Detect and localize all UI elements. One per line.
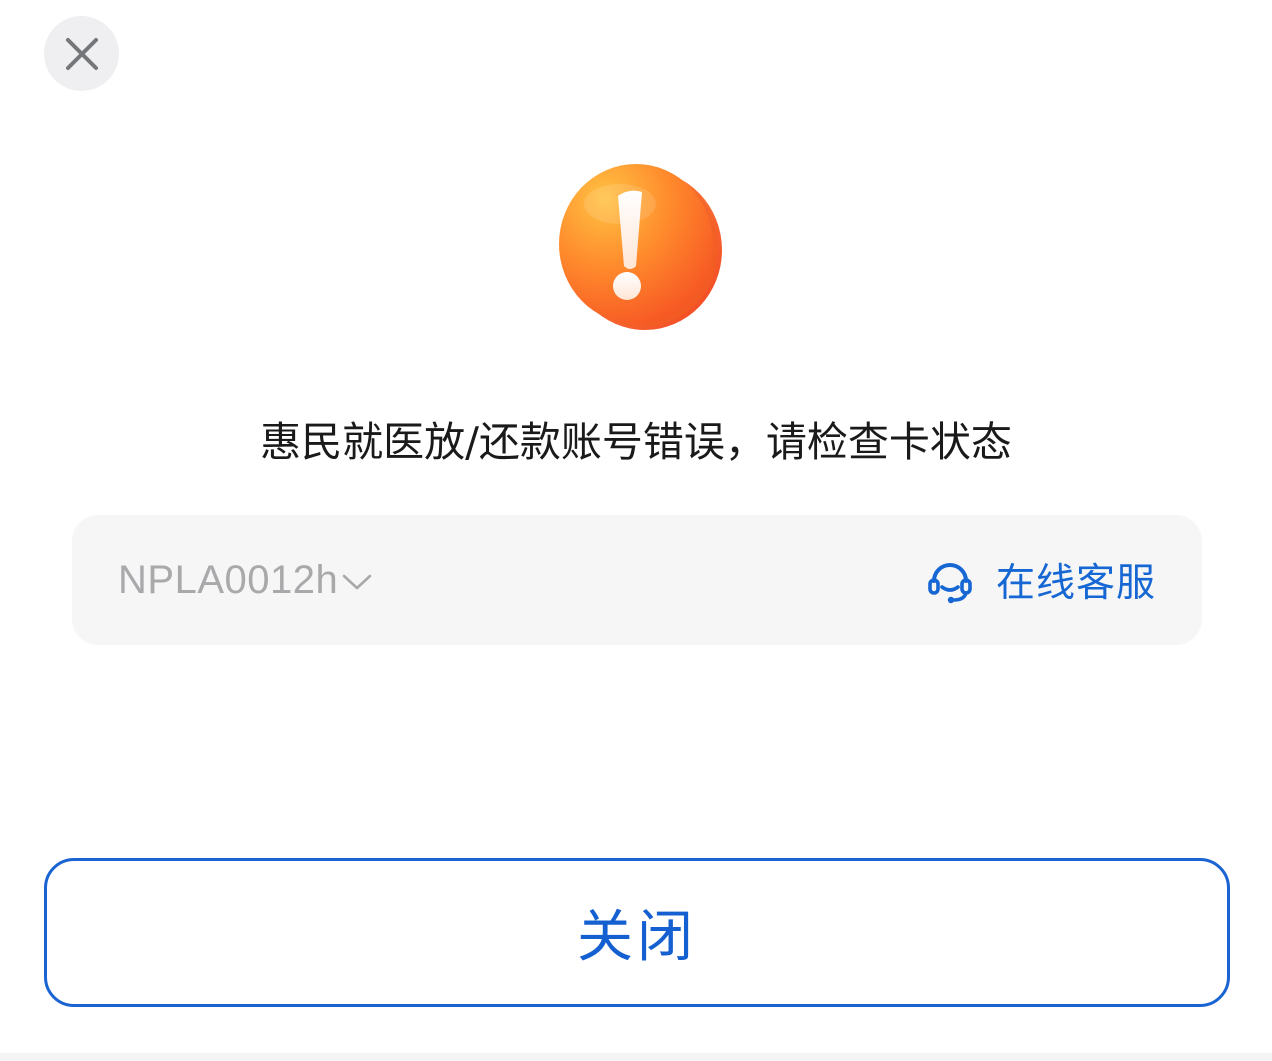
account-selector[interactable]: NPLA0012h — [118, 515, 372, 645]
error-message: 惠民就医放/还款账号错误，请检查卡状态 — [260, 418, 1012, 466]
bottom-divider — [0, 1053, 1272, 1061]
close-button-label: 关闭 — [577, 905, 697, 970]
dialog-close-button[interactable] — [44, 16, 119, 91]
exclamation-icon — [559, 164, 722, 330]
account-card: NPLA0012h 在线客服 — [72, 515, 1202, 645]
account-number: NPLA0012h — [118, 557, 339, 602]
chevron-down-icon — [342, 574, 372, 590]
close-icon — [65, 37, 98, 70]
online-support-link[interactable]: 在线客服 — [926, 515, 1156, 645]
online-support-label: 在线客服 — [995, 561, 1156, 606]
headset-icon — [928, 563, 972, 604]
close-button[interactable]: 关闭 — [44, 858, 1230, 1007]
